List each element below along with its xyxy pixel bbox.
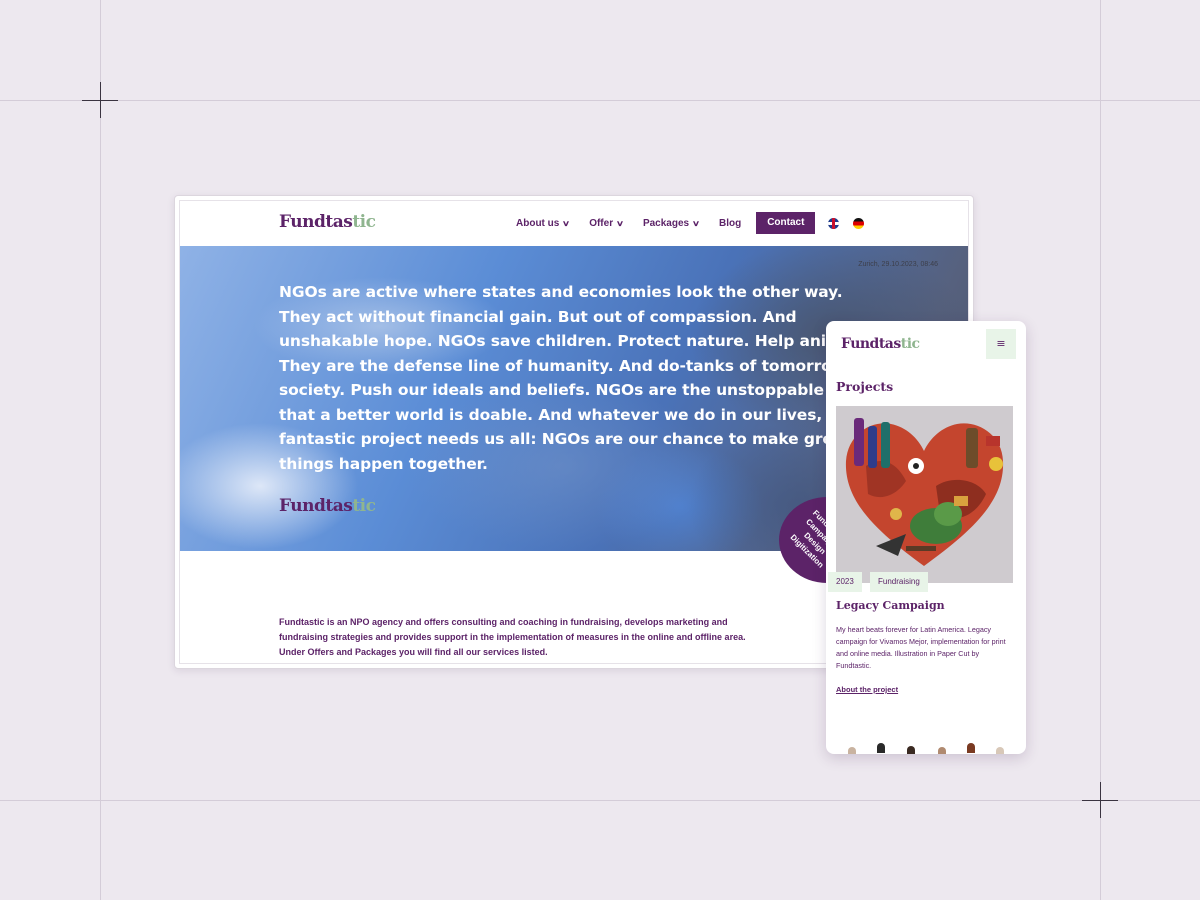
nav-menu: About us ∨ Offer ∨ Packages ∨ Blog Contact [516, 211, 865, 235]
chevron-down-icon: ∨ [562, 218, 571, 228]
logo-text: Fundtas [279, 212, 353, 232]
figure-illustration [938, 747, 946, 754]
nav-item-blog[interactable]: Blog [719, 218, 741, 229]
about-text: Fundtastic is an NPO agency and offers c… [279, 617, 746, 657]
menu-button[interactable]: ≡ [986, 329, 1016, 359]
tag-year[interactable]: 2023 [828, 572, 862, 592]
figure-illustration [967, 743, 975, 753]
figures-strip [844, 743, 1014, 754]
nav-item-label: About us [516, 217, 560, 229]
crosshair-icon [1100, 782, 1101, 818]
project-image[interactable] [836, 406, 1013, 583]
nav-item-label: Offer [589, 217, 614, 229]
contact-button[interactable]: Contact [756, 212, 816, 234]
guide-line [0, 100, 1200, 101]
logo-accent-text: tic [900, 336, 920, 352]
mobile-mockup: Fundtastic ≡ Projects 2023 Fundraising L… [826, 321, 1026, 754]
guide-line [100, 0, 101, 900]
hero-logo: Fundtastic [279, 496, 376, 516]
figure-illustration [907, 746, 915, 754]
chevron-down-icon: ∨ [615, 218, 625, 228]
crosshair-icon [100, 82, 101, 118]
top-navigation: Fundtastic About us ∨ Offer ∨ Packages ∨ Bl… [180, 201, 968, 246]
logo-accent-text: tic [352, 496, 376, 516]
nav-item-about-us[interactable]: About us ∨ [516, 217, 571, 229]
tag-category[interactable]: Fundraising [870, 572, 928, 592]
logo[interactable]: Fundtastic [279, 212, 376, 232]
nav-item-label: Blog [718, 217, 742, 229]
heart-illustration [836, 406, 1013, 583]
logo-accent-text: tic [352, 212, 376, 232]
project-description: My heart beats forever for Latin America… [836, 625, 1006, 670]
nav-item-label: Packages [642, 217, 690, 229]
figure-illustration [848, 747, 856, 754]
de-flag-icon[interactable] [853, 217, 865, 229]
hero-date: Zurich, 29.10.2023, 08:46 [858, 261, 938, 268]
uk-flag-icon[interactable] [828, 217, 840, 229]
logo-text: Fundtas [279, 496, 353, 516]
about-project-link[interactable]: About the project [836, 685, 898, 694]
guide-line [1100, 0, 1101, 900]
figure-illustration [877, 743, 885, 753]
chevron-down-icon: ∨ [691, 218, 701, 228]
hamburger-icon: ≡ [996, 337, 1006, 350]
section-title: Projects [836, 379, 894, 394]
nav-item-packages[interactable]: Packages ∨ [642, 217, 701, 229]
figure-illustration [996, 747, 1004, 754]
hero-text: NGOs are active where states and economi… [279, 283, 876, 473]
mobile-logo[interactable]: Fundtastic [841, 336, 920, 352]
guide-line [0, 800, 1200, 801]
project-title: Legacy Campaign [836, 599, 945, 612]
logo-text: Fundtas [841, 336, 901, 352]
nav-item-offer[interactable]: Offer ∨ [589, 217, 625, 229]
